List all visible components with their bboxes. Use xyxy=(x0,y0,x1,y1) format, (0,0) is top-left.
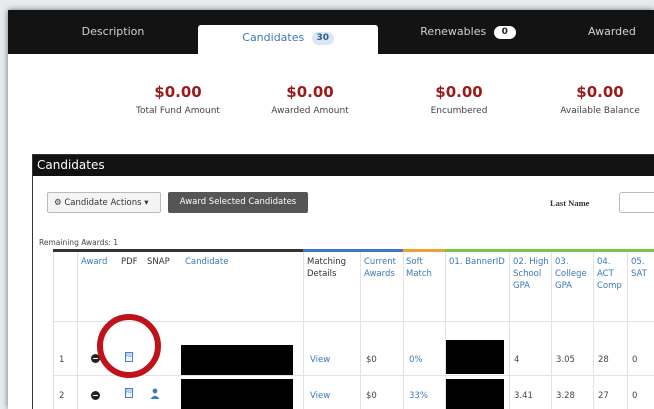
panel-title: Candidates xyxy=(33,155,654,176)
college-gpa-value: 3.05 xyxy=(556,355,575,365)
soft-match-value[interactable]: 33% xyxy=(409,391,428,401)
current-awards-value: $0 xyxy=(366,355,377,365)
fund-awarded: $0.00 Awarded Amount xyxy=(245,83,375,116)
sat-value: 0 xyxy=(632,355,638,365)
fund-available: $0.00 Available Balance xyxy=(535,83,654,116)
renewables-count-badge: 0 xyxy=(493,25,516,39)
fund-label: Awarded Amount xyxy=(271,106,349,116)
candidates-panel: Candidates ⚙ Candidate Actions ▾ Award S… xyxy=(32,154,654,409)
tab-label: Renewables xyxy=(420,25,487,38)
column-matching-details: Matching Details xyxy=(307,257,347,279)
sat-value: 0 xyxy=(632,391,638,401)
last-name-input[interactable] xyxy=(619,192,654,213)
award-selected-button[interactable]: Award Selected Candidates xyxy=(168,192,308,213)
column-current-awards[interactable]: Current Awards xyxy=(364,256,402,280)
tab-candidates[interactable]: Candidates 30 xyxy=(198,25,378,54)
caret-down-icon: ▾ xyxy=(144,198,149,208)
tab-label: Description xyxy=(81,25,145,38)
view-link[interactable]: View xyxy=(310,391,330,401)
candidates-count-badge: 30 xyxy=(311,31,334,45)
view-link[interactable]: View xyxy=(310,355,330,365)
fund-value: $0.00 xyxy=(576,83,624,101)
button-label: Candidate Actions xyxy=(64,198,142,208)
column-act-comp[interactable]: 04. ACT Comp xyxy=(597,256,627,292)
column-candidate[interactable]: Candidate xyxy=(185,256,228,268)
act-value: 28 xyxy=(598,355,609,365)
column-pdf: PDF xyxy=(121,257,138,267)
fund-value: $0.00 xyxy=(286,83,334,101)
column-banner-id[interactable]: 01. BannerID xyxy=(449,256,507,268)
fund-total: $0.00 Total Fund Amount xyxy=(113,83,243,116)
fund-value: $0.00 xyxy=(154,83,202,101)
highlight-circle xyxy=(97,314,161,378)
fund-label: Encumbered xyxy=(430,106,488,116)
hs-gpa-value: 3.41 xyxy=(514,391,533,401)
column-college-gpa[interactable]: 03. College GPA xyxy=(555,256,591,292)
soft-match-value[interactable]: 0% xyxy=(409,355,423,365)
column-snap: SNAP xyxy=(147,257,170,267)
current-awards-value: $0 xyxy=(366,391,377,401)
tab-label: Awarded xyxy=(588,25,636,38)
snap-person-icon[interactable] xyxy=(150,388,160,399)
column-award[interactable]: Award xyxy=(81,256,107,268)
header-bar xyxy=(403,249,445,252)
hs-gpa-value: 4 xyxy=(514,355,520,365)
fund-label: Available Balance xyxy=(560,106,640,116)
gear-icon: ⚙ xyxy=(54,198,62,208)
column-sat[interactable]: 05. SAT xyxy=(631,256,654,280)
row-index: 1 xyxy=(59,355,65,365)
tab-awarded[interactable]: Awarded xyxy=(588,10,654,54)
tab-renewables[interactable]: Renewables 0 xyxy=(403,10,533,54)
tab-bar: Description Candidates 30 Renewables 0 A… xyxy=(8,10,654,54)
column-hs-gpa[interactable]: 02. High School GPA xyxy=(513,256,549,292)
column-soft-match[interactable]: Soft Match xyxy=(406,256,442,280)
app-window: Description Candidates 30 Renewables 0 A… xyxy=(8,10,654,409)
tab-label: Candidates xyxy=(242,31,305,44)
tab-description[interactable]: Description xyxy=(58,10,168,54)
redacted-candidate-name xyxy=(181,345,293,375)
fund-encumbered: $0.00 Encumbered xyxy=(394,83,524,116)
remaining-awards: Remaining Awards: 1 xyxy=(39,238,119,247)
fund-value: $0.00 xyxy=(435,83,483,101)
college-gpa-value: 3.28 xyxy=(556,391,575,401)
pdf-icon[interactable]: PDF xyxy=(125,388,134,398)
redacted-banner-id xyxy=(446,340,504,374)
fund-label: Total Fund Amount xyxy=(136,106,220,116)
candidate-actions-button[interactable]: ⚙ Candidate Actions ▾ xyxy=(47,192,161,213)
act-value: 27 xyxy=(598,391,609,401)
redacted-banner-id xyxy=(446,379,504,409)
header-bar xyxy=(445,249,654,252)
redacted-candidate-name xyxy=(181,379,293,409)
row-index: 2 xyxy=(59,391,65,401)
remove-award-icon[interactable] xyxy=(91,391,100,400)
header-bar xyxy=(303,249,403,252)
header-bar xyxy=(53,249,303,252)
last-name-label: Last Name xyxy=(550,198,590,208)
